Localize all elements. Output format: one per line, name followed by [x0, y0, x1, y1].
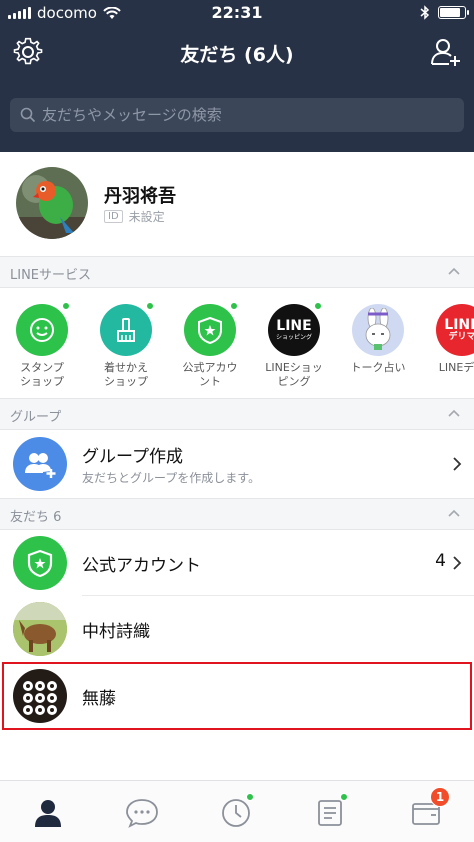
new-dot — [246, 793, 254, 801]
chevron-right-icon — [453, 457, 462, 471]
service-line-delima[interactable]: LINE デリマ LINEデリ — [420, 304, 474, 375]
news-tab[interactable] — [310, 793, 350, 833]
collapse-caret-icon[interactable] — [448, 267, 460, 275]
search-input[interactable] — [42, 106, 442, 124]
person-icon — [35, 800, 61, 827]
service-label: スタンプ ショップ — [20, 361, 64, 388]
section-label: グループ — [10, 410, 62, 425]
friend-row[interactable]: 中村詩織 — [0, 596, 474, 662]
bluetooth-icon — [420, 5, 430, 20]
chat-bubble-icon — [126, 799, 158, 828]
service-label: 着せかえ ショップ — [104, 361, 148, 388]
group-add-icon — [13, 437, 67, 491]
collapse-caret-icon[interactable] — [448, 509, 460, 517]
status-bar: docomo 22:31 — [0, 0, 474, 26]
new-dot — [314, 302, 322, 310]
section-label: 友だち 6 — [10, 510, 62, 525]
delima-logo-subtext: デリマ — [448, 331, 474, 342]
profile-name: 丹羽将吾 — [104, 186, 176, 207]
line-delima-icon: LINE デリマ — [436, 304, 474, 356]
friends-tab[interactable] — [28, 793, 68, 833]
service-official-account[interactable]: 公式アカウ ント — [168, 302, 252, 389]
new-dot — [340, 793, 348, 801]
fortune-icon — [352, 304, 404, 356]
profile-avatar[interactable] — [16, 167, 88, 239]
bottom-tab-bar: 1 — [0, 780, 474, 842]
service-label: LINEデリ — [438, 361, 474, 374]
profile-id-value: 未設定 — [128, 210, 165, 224]
official-account-icon — [13, 536, 67, 590]
sticker-shop-icon — [16, 302, 70, 356]
official-account-icon — [184, 302, 238, 356]
service-label: 公式アカウ ント — [182, 361, 238, 388]
create-group-subtitle: 友だちとグループを作成します。 — [82, 471, 261, 485]
parrot-photo-icon — [16, 167, 88, 239]
service-fortune[interactable]: トーク占い — [336, 304, 420, 375]
profile-id-line: ID 未設定 — [104, 208, 165, 225]
search-icon — [20, 107, 36, 123]
my-profile-row[interactable]: 丹羽将吾 ID 未設定 — [0, 152, 474, 254]
battery-icon — [438, 6, 469, 19]
official-account-count: 4 — [435, 551, 446, 571]
section-header-groups[interactable]: グループ — [0, 398, 474, 430]
service-label: LINEショッ ピング — [265, 361, 323, 388]
news-icon — [318, 800, 342, 826]
service-sticker-shop[interactable]: スタンプ ショップ — [0, 302, 84, 389]
id-badge: ID — [104, 210, 123, 223]
page-title: 友だち (6人) — [180, 44, 294, 66]
friend-name: 公式アカウント — [82, 556, 201, 576]
line-shopping-logo-text: LINE — [276, 317, 312, 334]
chevron-right-icon — [453, 556, 462, 570]
top-bar: docomo 22:31 友だち (6人) — [0, 0, 474, 152]
service-theme-shop[interactable]: 着せかえ ショップ — [84, 302, 168, 389]
theme-shop-icon — [100, 302, 154, 356]
notification-badge: 1 — [430, 787, 450, 807]
timeline-tab[interactable] — [216, 793, 256, 833]
create-group-row[interactable]: グループ作成 友だちとグループを作成します。 — [0, 430, 474, 498]
clock: 22:31 — [211, 3, 263, 22]
new-dot — [230, 302, 238, 310]
wallet-tab[interactable]: 1 — [406, 787, 450, 833]
delima-logo-text: LINE — [444, 316, 474, 333]
new-dot — [62, 302, 70, 310]
line-shopping-icon: LINE ショッピング — [268, 302, 322, 356]
clock-icon — [222, 799, 250, 827]
collapse-caret-icon[interactable] — [448, 409, 460, 417]
line-shopping-logo-subtext: ショッピング — [275, 333, 312, 341]
chats-tab[interactable] — [122, 793, 162, 833]
add-friend-icon[interactable] — [430, 36, 462, 68]
service-line-shopping[interactable]: LINE ショッピング LINEショッ ピング — [252, 302, 336, 389]
new-dot — [146, 302, 154, 310]
selection-highlight — [2, 662, 472, 730]
services-carousel[interactable]: スタンプ ショップ 着せかえ ショップ 公式アカウ ント LINE ショッピング… — [0, 288, 474, 398]
horse-avatar — [13, 602, 67, 656]
section-label: LINEサービス — [10, 268, 92, 283]
search-bar[interactable] — [10, 98, 464, 132]
friend-name: 中村詩織 — [82, 622, 150, 642]
friend-row-official-accounts[interactable]: 公式アカウント 4 — [0, 530, 474, 596]
section-header-friends[interactable]: 友だち 6 — [0, 498, 474, 530]
section-header-services[interactable]: LINEサービス — [0, 256, 474, 288]
create-group-title: グループ作成 — [82, 447, 183, 467]
service-label: トーク占い — [350, 361, 406, 374]
